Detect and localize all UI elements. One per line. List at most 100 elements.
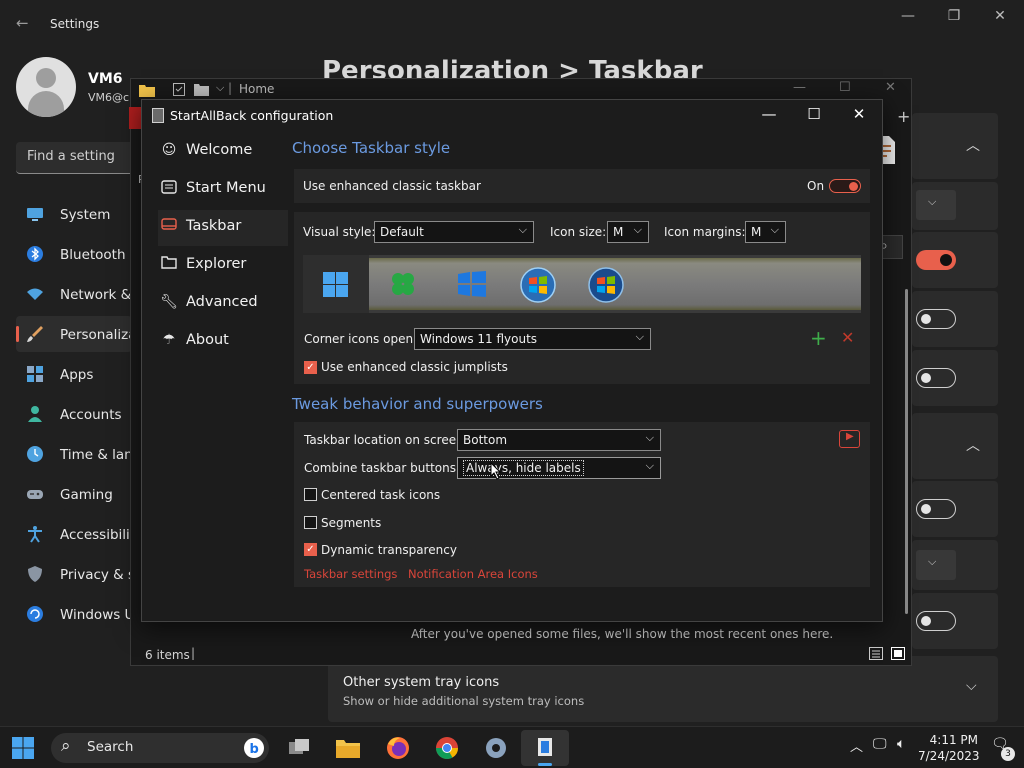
details-view-icon[interactable] (869, 647, 883, 660)
visual-style-select[interactable]: Default (374, 221, 534, 243)
windows7-orb-icon[interactable] (520, 267, 556, 303)
nav-label: Gaming (60, 487, 113, 503)
clock-icon (27, 446, 43, 462)
nav-item-network[interactable]: Network & internet (16, 276, 132, 312)
nav-item-system[interactable]: System (16, 196, 132, 232)
chevron-up-icon[interactable]: ︿ (966, 435, 980, 455)
new-tab-icon[interactable]: + (897, 107, 910, 126)
close-icon[interactable]: ✕ (885, 80, 896, 95)
nav-item-bluetooth[interactable]: Bluetooth & devices (16, 236, 132, 272)
nav-label: Accounts (60, 407, 122, 423)
maximize-icon[interactable]: ☐ (802, 105, 826, 123)
sidebar-item-about[interactable]: ☂ About (158, 324, 288, 360)
minimize-icon[interactable]: — (757, 105, 781, 123)
task-view-icon[interactable] (283, 732, 315, 764)
minimize-icon[interactable]: — (793, 80, 806, 95)
nav-item-windows-update[interactable]: Windows Update (16, 596, 132, 632)
icon-margins-select[interactable]: M (745, 221, 786, 243)
windows-classic-green-logo-icon[interactable] (390, 271, 416, 297)
back-arrow-icon[interactable]: ← (16, 14, 29, 32)
sidebar-item-taskbar[interactable]: Taskbar (158, 210, 288, 246)
nav-label: Network & internet (60, 287, 132, 303)
card-title: Other system tray icons (343, 675, 500, 690)
enhanced-taskbar-row: Use enhanced classic taskbar On (294, 169, 870, 203)
chevron-down-icon[interactable]: ⌵ (928, 555, 936, 569)
add-icon[interactable]: + (810, 326, 827, 350)
settings-card[interactable]: ︿ (912, 413, 998, 479)
nav-item-accessibility[interactable]: Accessibility (16, 516, 132, 552)
volume-icon[interactable]: 🔈︎ (897, 736, 905, 752)
taskbar-location-select[interactable]: Bottom (457, 429, 661, 451)
toggle-switch-off[interactable] (916, 368, 956, 388)
close-icon[interactable]: ✕ (990, 8, 1010, 24)
toggle-switch-off[interactable] (916, 611, 956, 631)
jumplists-checkbox[interactable]: ✓ (304, 361, 317, 374)
nav-label: Bluetooth & devices (60, 247, 132, 263)
taskbar-settings-link[interactable]: Taskbar settings (304, 567, 397, 581)
centered-icons-checkbox[interactable] (304, 488, 317, 501)
windows-vista-orb-icon[interactable] (588, 267, 624, 303)
settings-card[interactable]: ︿ (912, 113, 998, 179)
avatar[interactable] (16, 57, 76, 117)
network-icon[interactable]: 🖵︎ (873, 736, 887, 752)
nav-item-personalization[interactable]: Personalization (16, 316, 132, 352)
style-preview-strip (303, 255, 861, 313)
clock[interactable]: 4:11 PM 7/24/2023 (918, 732, 980, 764)
quick-access-dropdown-icon[interactable]: ⌵ (216, 81, 224, 95)
maximize-icon[interactable]: ☐ (839, 80, 851, 95)
tray-overflow-icon[interactable]: ︿ (850, 736, 863, 755)
chevron-down-icon[interactable]: ⌵ (928, 195, 936, 209)
file-explorer-icon[interactable] (332, 732, 364, 764)
firefox-icon[interactable] (382, 732, 414, 764)
info-icon: ☂ (162, 332, 176, 348)
style-option-win11[interactable] (303, 255, 369, 313)
icon-size-select[interactable]: M (607, 221, 649, 243)
scrollbar[interactable] (905, 289, 908, 614)
toggle-switch-off[interactable] (916, 309, 956, 329)
combine-buttons-select[interactable]: Always, hide labels (457, 457, 661, 479)
nav-item-gaming[interactable]: Gaming (16, 476, 132, 512)
nav-label: Windows Update (60, 607, 132, 623)
settings-gear-icon[interactable] (480, 732, 512, 764)
video-help-button[interactable]: ▶ (839, 430, 860, 448)
enhanced-taskbar-toggle[interactable] (829, 179, 861, 193)
tiles-view-icon[interactable] (891, 647, 905, 660)
toggle-switch-off[interactable] (916, 499, 956, 519)
checklist-icon[interactable] (173, 83, 185, 96)
settings-title: Settings (50, 17, 100, 31)
dynamic-transparency-checkbox[interactable]: ✓ (304, 543, 317, 556)
start-button-icon[interactable] (12, 737, 34, 759)
window-title: StartAllBack configuration (170, 108, 334, 123)
nav-item-accounts[interactable]: Accounts (16, 396, 132, 432)
sidebar-item-advanced[interactable]: 🔧︎ Advanced (158, 286, 288, 322)
restore-icon[interactable]: ❐ (944, 8, 964, 24)
combine-buttons-value: Always, hide labels (463, 460, 584, 476)
bing-icon[interactable]: b (243, 737, 265, 759)
user-name: VM6 (88, 71, 123, 87)
windows10-logo-icon[interactable] (458, 271, 486, 297)
chevron-down-icon[interactable]: ⌵ (966, 678, 977, 694)
nav-item-time[interactable]: Time & language (16, 436, 132, 472)
toggle-switch-on[interactable] (916, 250, 956, 270)
minimize-icon[interactable]: — (898, 8, 918, 24)
corner-icons-select[interactable]: Windows 11 flyouts (414, 328, 651, 350)
segments-checkbox[interactable] (304, 516, 317, 529)
sidebar-label: Welcome (186, 142, 253, 158)
bluetooth-icon (27, 246, 43, 262)
chrome-icon[interactable] (431, 732, 463, 764)
close-icon[interactable]: ✕ (847, 105, 871, 123)
sidebar-fragment (129, 107, 141, 129)
remove-icon[interactable]: ✕ (841, 328, 854, 347)
nav-item-apps[interactable]: Apps (16, 356, 132, 392)
taskbar-search-box[interactable]: ⌕ Search b (51, 733, 269, 763)
nav-item-privacy[interactable]: Privacy & security (16, 556, 132, 592)
new-folder-icon[interactable] (194, 83, 209, 96)
brush-icon (27, 326, 43, 342)
sidebar-item-explorer[interactable]: Explorer (158, 248, 288, 284)
notification-area-icons-link[interactable]: Notification Area Icons (408, 567, 538, 581)
chevron-up-icon[interactable]: ︿ (966, 135, 980, 155)
sidebar-item-welcome[interactable]: ☺ Welcome (158, 134, 288, 170)
sidebar-item-start-menu[interactable]: Start Menu (158, 172, 288, 208)
find-setting-input[interactable]: Find a setting (16, 142, 138, 174)
active-app-highlight[interactable] (521, 730, 569, 766)
